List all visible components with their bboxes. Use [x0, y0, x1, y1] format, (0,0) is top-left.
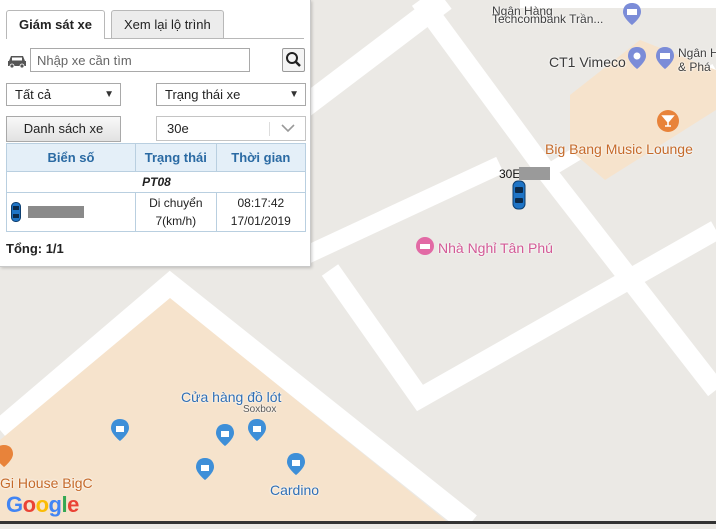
chevron-down-icon	[281, 124, 295, 133]
vehicle-combo-value: 30e	[167, 121, 189, 136]
poi-gi-house[interactable]: Gi House BigC	[0, 475, 93, 491]
status-select-value: Trạng thái xe	[165, 87, 241, 102]
search-icon	[286, 52, 301, 67]
poi-cua-hang[interactable]: Cửa hàng đồ lót	[181, 389, 281, 405]
group-select[interactable]: Tất cả ▼	[6, 83, 121, 106]
group-name: PT08	[6, 171, 306, 193]
group-row[interactable]: PT08	[6, 171, 306, 193]
tab-bar: Giám sát xe Xem lại lộ trình	[6, 10, 304, 39]
col-time[interactable]: Thời gian	[215, 143, 307, 172]
poi-bigbang[interactable]: Big Bang Music Lounge	[545, 141, 693, 157]
vehicle-plate-redaction	[519, 167, 550, 180]
vehicle-combo[interactable]: 30e	[156, 116, 306, 141]
poi-cardino[interactable]: Cardino	[270, 482, 319, 498]
tab-route-history[interactable]: Xem lại lộ trình	[111, 10, 224, 38]
car-icon	[8, 56, 26, 69]
poi-vimeco[interactable]: CT1 Vimeco	[549, 54, 626, 70]
group-select-value: Tất cả	[15, 87, 52, 102]
dropdown-arrow-icon: ▼	[104, 89, 114, 100]
shopping-bag-icon[interactable]	[110, 418, 130, 442]
vehicle-monitor-panel: Giám sát xe Xem lại lộ trình Tất cả ▼ Tr…	[0, 0, 311, 267]
tab-monitor[interactable]: Giám sát xe	[6, 10, 105, 39]
date-text: 17/01/2019	[230, 214, 291, 228]
speed-text: 7(km/h)	[155, 214, 197, 228]
status-cell: Di chuyển 7(km/h)	[135, 192, 217, 232]
poi-techcombank-line2[interactable]: Techcombank Trần...	[492, 12, 603, 26]
search-input[interactable]	[30, 48, 250, 72]
vehicle-table: Biển số Trạng thái Thời gian PT08 Di chu…	[6, 143, 307, 232]
plate-cell	[6, 192, 136, 232]
cocktail-icon[interactable]	[656, 109, 680, 133]
col-status[interactable]: Trạng thái	[135, 143, 217, 172]
restaurant-icon[interactable]	[0, 444, 14, 468]
vehicle-list-button[interactable]: Danh sách xe	[6, 116, 121, 142]
google-logo[interactable]: Google	[6, 492, 79, 518]
poi-ngan-line2[interactable]: & Phá	[678, 60, 711, 74]
status-text: Di chuyển	[149, 196, 203, 210]
hotel-icon[interactable]	[416, 237, 434, 255]
time-cell: 08:17:42 17/01/2019	[215, 192, 307, 232]
shopping-bag-icon[interactable]	[215, 423, 235, 447]
shopping-bag-icon[interactable]	[286, 452, 306, 476]
dropdown-arrow-icon: ▼	[289, 89, 299, 100]
poi-soxbox[interactable]: Soxbox	[243, 404, 276, 415]
combo-separator	[269, 122, 270, 136]
location-pin-icon[interactable]	[627, 46, 647, 70]
col-plate[interactable]: Biển số	[6, 143, 136, 172]
poi-ngan-line1[interactable]: Ngân H	[678, 46, 716, 60]
table-row[interactable]: Di chuyển 7(km/h) 08:17:42 17/01/2019	[6, 192, 307, 232]
car-marker-icon	[11, 202, 21, 222]
bank-icon[interactable]	[622, 2, 642, 26]
status-select[interactable]: Trạng thái xe ▼	[156, 83, 306, 106]
poi-nha-nghi[interactable]: Nhà Nghỉ Tân Phú	[438, 240, 553, 256]
car-marker-icon[interactable]	[512, 180, 526, 210]
bank-icon-2[interactable]	[655, 46, 675, 70]
vehicle-label: 30E	[499, 167, 521, 181]
total-count: Tổng: 1/1	[6, 241, 64, 256]
plate-redaction	[28, 206, 85, 218]
search-button[interactable]	[282, 48, 305, 72]
shopping-bag-icon[interactable]	[247, 418, 267, 442]
time-text: 08:17:42	[237, 196, 285, 210]
shopping-bag-icon[interactable]	[195, 457, 215, 481]
